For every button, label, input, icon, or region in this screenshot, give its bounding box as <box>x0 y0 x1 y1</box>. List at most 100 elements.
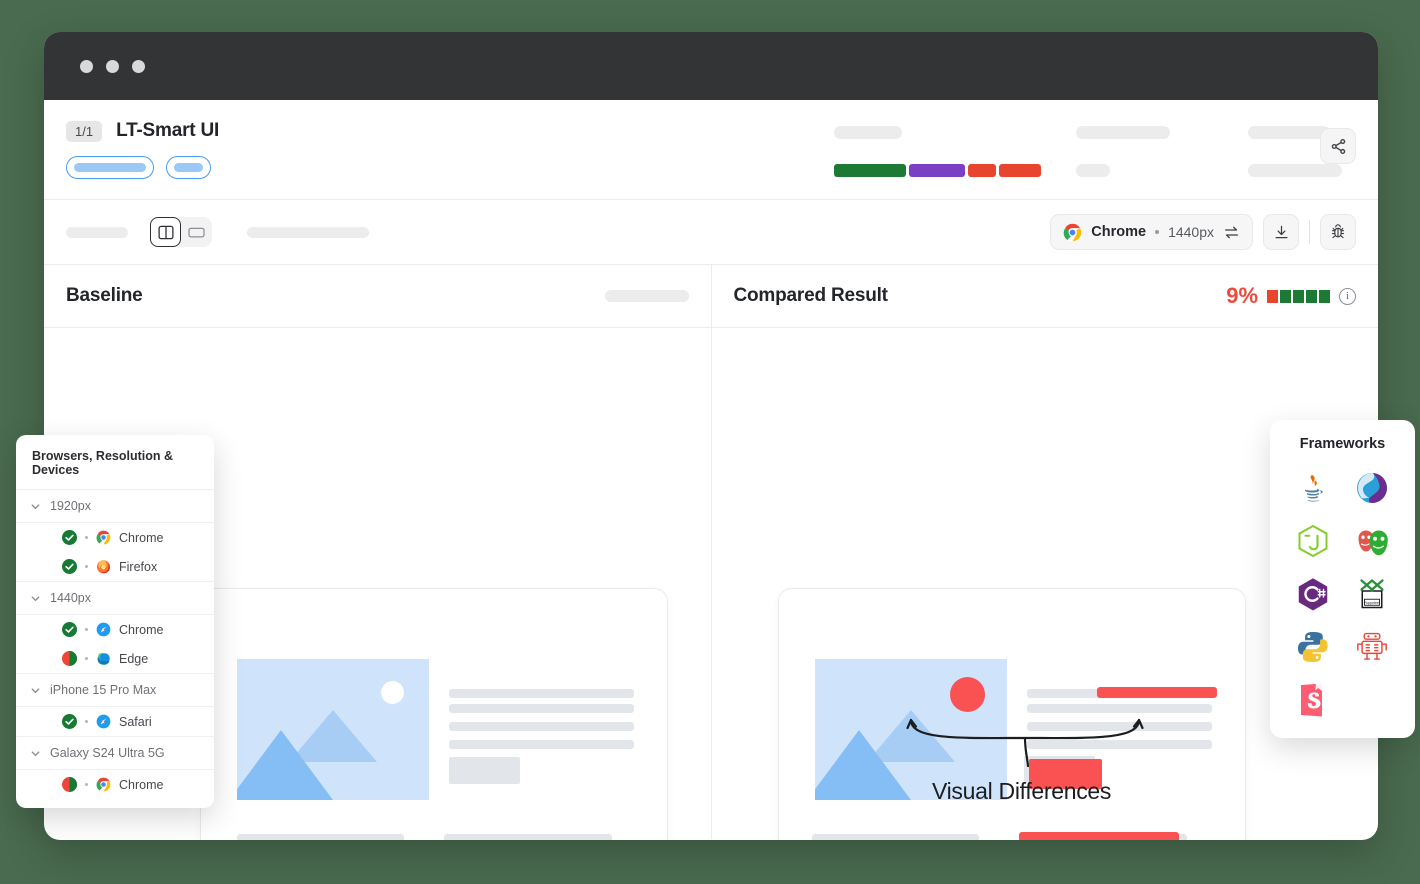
group-header-1920px[interactable]: 1920px <box>16 490 214 523</box>
framework-item-selenium[interactable] <box>1352 468 1392 508</box>
browser-label: Chrome <box>119 777 164 792</box>
framework-item-java[interactable] <box>1293 468 1333 508</box>
framework-item-robotframework[interactable] <box>1352 627 1392 667</box>
toolbar-actions: Chrome 1440px <box>1050 214 1356 250</box>
filter-pill-wide[interactable] <box>66 156 154 179</box>
baseline-sun-shape <box>381 681 404 704</box>
compared-footer-line-1 <box>811 834 979 840</box>
framework-item-csharp[interactable] <box>1293 574 1333 614</box>
selenium-icon <box>1356 473 1387 503</box>
browsers-panel-title: Browsers, Resolution & Devices <box>16 435 214 490</box>
bug-report-button[interactable] <box>1320 214 1356 250</box>
toolbar-label-skeleton <box>66 226 128 238</box>
chrome-icon <box>96 777 111 792</box>
compared-line-1-diff <box>1096 687 1217 698</box>
browser-label: Chrome <box>119 530 164 545</box>
group-header-galaxy[interactable]: Galaxy S24 Ultra 5G <box>16 737 214 770</box>
view-mode-toggle[interactable] <box>150 217 212 247</box>
browser-row-iphone-safari[interactable]: Safari <box>16 707 214 736</box>
segment-error <box>999 164 1041 177</box>
baseline-mock-content <box>201 589 667 840</box>
diff-summary: 9% i <box>1226 283 1356 309</box>
compare-toolbar: Chrome 1440px <box>44 200 1378 265</box>
bug-icon <box>1331 224 1345 239</box>
stat2-value-skeleton <box>1076 164 1110 177</box>
row-separator-dot <box>85 657 88 660</box>
row-separator-dot <box>85 720 88 723</box>
python-icon <box>1298 632 1328 662</box>
single-view-icon <box>188 227 205 237</box>
group-label: Galaxy S24 Ultra 5G <box>50 746 165 760</box>
browser-row-1920-firefox[interactable]: Firefox <box>16 552 214 581</box>
project-title-row: 1/1 LT-Smart UI <box>66 120 219 142</box>
baseline-meta-skeleton <box>604 290 689 302</box>
group-label: iPhone 15 Pro Max <box>50 683 157 697</box>
baseline-cta-block <box>449 757 520 784</box>
framework-item-python[interactable] <box>1293 627 1333 667</box>
comparison-area: Baseline Compared Result 9% i <box>44 265 1378 840</box>
browsers-resolution-devices-panel: Browsers, Resolution & Devices 1920px Ch… <box>16 435 214 808</box>
baseline-line-2 <box>449 704 634 713</box>
compared-title: Compared Result <box>733 285 889 306</box>
browser-row-1440-edge[interactable]: Edge <box>16 644 214 673</box>
java-icon <box>1305 475 1323 502</box>
status-segment-bar <box>834 164 1041 177</box>
baseline-screenshot-card[interactable] <box>200 588 668 840</box>
single-view-button[interactable] <box>181 217 212 247</box>
selected-browser-label: Chrome <box>1091 224 1147 240</box>
browser-row-1920-chrome[interactable]: Chrome <box>16 523 214 552</box>
framework-item-playwright[interactable] <box>1352 521 1392 561</box>
download-icon <box>1274 225 1288 238</box>
mountain-graphic <box>237 710 377 800</box>
segment-skipped <box>909 164 965 177</box>
diff-block-1 <box>1267 289 1278 303</box>
framework-item-nodejs[interactable] <box>1293 521 1333 561</box>
browser-label: Chrome <box>119 622 164 637</box>
csharp-icon <box>1299 578 1328 611</box>
swap-arrows-icon[interactable] <box>1223 225 1240 240</box>
frameworks-icon-grid: Puppeteer <box>1270 468 1415 720</box>
puppeteer-icon: Puppeteer <box>1360 579 1384 609</box>
split-view-button[interactable] <box>150 217 181 247</box>
group-header-iphone[interactable]: iPhone 15 Pro Max <box>16 674 214 707</box>
window-maximize-dot[interactable] <box>132 59 145 73</box>
browser-row-1440-chrome[interactable]: Chrome <box>16 615 214 644</box>
stat3-value-skeleton <box>1248 164 1342 177</box>
group-label: 1920px <box>50 499 92 513</box>
toolbar-path-skeleton <box>247 226 369 238</box>
baseline-hero-image <box>237 659 429 800</box>
browser-row-galaxy-chrome[interactable]: Chrome <box>16 770 214 808</box>
browser-label: Edge <box>119 651 149 666</box>
status-partial-icon <box>62 777 77 792</box>
info-icon[interactable]: i <box>1339 287 1356 305</box>
diff-block-meter <box>1267 289 1330 303</box>
browser-label: Firefox <box>119 559 158 574</box>
chevron-down-icon <box>31 750 40 756</box>
row-separator-dot <box>85 628 88 631</box>
filter-pill-narrow[interactable] <box>166 156 211 179</box>
group-header-1440px[interactable]: 1440px <box>16 582 214 615</box>
compared-footer-line-3-diff <box>1018 832 1179 840</box>
row-separator-dot <box>85 536 88 539</box>
window-minimize-dot[interactable] <box>106 59 119 73</box>
window-close-dot[interactable] <box>80 59 93 73</box>
compared-pane-header: Compared Result 9% i <box>711 265 1378 328</box>
share-button[interactable] <box>1320 128 1356 164</box>
browser-resolution-selector[interactable]: Chrome 1440px <box>1050 214 1253 250</box>
download-button[interactable] <box>1263 214 1299 250</box>
browser-label: Safari <box>119 714 152 729</box>
baseline-line-4 <box>449 740 634 749</box>
safari-icon <box>96 622 111 637</box>
framework-item-storybook[interactable] <box>1293 680 1333 720</box>
row-separator-dot <box>85 783 88 786</box>
browser-window: 1/1 LT-Smart UI Chrome 1440px Baseline C… <box>44 32 1378 840</box>
baseline-line-1 <box>449 689 634 698</box>
storybook-icon <box>1301 683 1323 717</box>
header-left: 1/1 LT-Smart UI <box>66 120 219 179</box>
baseline-line-3 <box>449 722 634 731</box>
framework-item-puppeteer[interactable]: Puppeteer <box>1352 574 1392 614</box>
playwright-icon <box>1358 530 1388 556</box>
chrome-icon <box>1063 223 1082 241</box>
baseline-pane-header: Baseline <box>44 265 711 328</box>
status-passed-icon <box>62 559 77 574</box>
